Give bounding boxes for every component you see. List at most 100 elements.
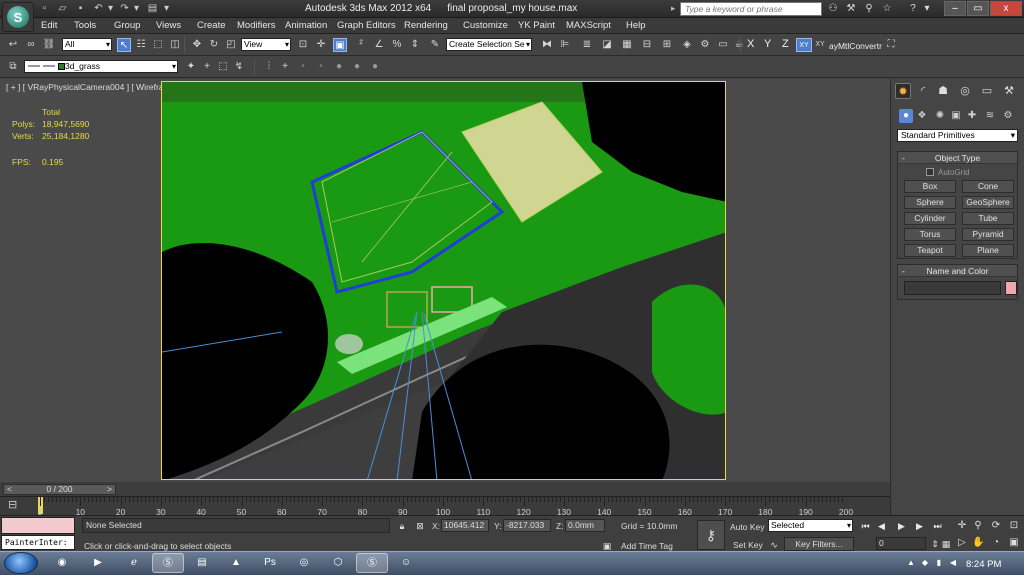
menu-yk-paint[interactable]: YK Paint xyxy=(518,20,555,31)
plane-button[interactable]: Plane xyxy=(962,244,1014,257)
create-tab-icon[interactable]: ✹ xyxy=(895,83,911,99)
name-color-header[interactable]: Name and Color xyxy=(898,265,1017,277)
autogrid-checkbox[interactable]: AutoGrid xyxy=(926,168,970,177)
binoculars-icon[interactable]: ⚇ xyxy=(826,2,840,16)
open-file-icon[interactable]: ▱ xyxy=(56,2,69,15)
object-color-swatch[interactable] xyxy=(1005,281,1017,295)
menu-help[interactable]: Help xyxy=(626,20,646,31)
set-key-button[interactable]: Set Key xyxy=(733,540,763,550)
go-to-start-icon[interactable]: ⏮ xyxy=(860,521,871,532)
viewport-label-menu[interactable]: [ + ] [ VRayPhysicalCamera004 ] [ Wirefr… xyxy=(6,82,180,92)
layer-manager-icon[interactable]: ◪ xyxy=(600,38,614,52)
cylinder-button[interactable]: Cylinder xyxy=(904,212,956,225)
start-button[interactable] xyxy=(4,552,38,574)
select-object-icon[interactable]: ↖ xyxy=(117,38,131,52)
geosphere-button[interactable]: GeoSphere xyxy=(962,196,1014,209)
render-setup-icon[interactable]: ⚙ xyxy=(698,38,712,52)
material-editor-icon[interactable]: ◈ xyxy=(680,38,694,52)
3dsmax-taskbar-icon[interactable]: Ⓢ xyxy=(152,553,184,573)
pyramid-button[interactable]: Pyramid xyxy=(962,228,1014,241)
menu-animation[interactable]: Animation xyxy=(285,20,327,31)
menu-rendering[interactable]: Rendering xyxy=(404,20,448,31)
play-icon[interactable]: ▶ xyxy=(896,521,907,532)
photoshop-icon[interactable]: Ps xyxy=(254,553,286,573)
minimize-button[interactable]: – xyxy=(944,1,966,16)
new-file-icon[interactable]: ▫ xyxy=(38,2,51,15)
previous-frame-icon[interactable]: ◀ xyxy=(876,521,887,532)
walk-through-icon[interactable]: ▷ xyxy=(956,537,968,549)
menu-views[interactable]: Views xyxy=(156,20,181,31)
key-filters-icon[interactable]: ∿ xyxy=(768,539,780,551)
zoom-all-icon[interactable]: ⚲ xyxy=(972,520,984,532)
select-and-link-icon[interactable]: ∞ xyxy=(24,38,38,52)
modify-tab-icon[interactable]: ◜ xyxy=(915,83,931,99)
scene-explorer-icon[interactable]: ≣ xyxy=(580,38,594,52)
extras-icon-5[interactable]: ● xyxy=(368,60,382,74)
help-icon[interactable]: ? xyxy=(906,2,920,16)
snaps-toggle-icon[interactable]: ² xyxy=(354,38,368,52)
menu-create[interactable]: Create xyxy=(197,20,226,31)
systems-icon[interactable]: ⚙ xyxy=(1001,109,1015,123)
pan-icon[interactable]: ✋ xyxy=(972,537,984,549)
media-player-icon[interactable]: ▶ xyxy=(82,553,114,573)
align-icon[interactable]: ⊫ xyxy=(558,38,572,52)
axis-z-button[interactable]: Z xyxy=(782,38,789,50)
axis-y-button[interactable]: Y xyxy=(764,38,771,50)
set-current-layer-icon[interactable]: ↯ xyxy=(232,60,246,74)
key-mode-dropdown[interactable]: Selected xyxy=(768,519,853,532)
box-button[interactable]: Box xyxy=(904,180,956,193)
selection-filter-dropdown[interactable]: All xyxy=(62,38,112,51)
next-frame-arrow[interactable]: > xyxy=(107,485,112,494)
communication-center-icon[interactable]: ⚲ xyxy=(862,2,876,16)
utilities-tab-icon[interactable]: ⚒ xyxy=(1001,83,1017,99)
mirror-icon[interactable]: ⧓ xyxy=(540,38,554,52)
restore-button[interactable]: ▭ xyxy=(967,1,989,16)
axis-x-button[interactable]: X xyxy=(747,38,754,50)
script-tool-icon[interactable]: ⛶ xyxy=(884,38,898,52)
arc-rotate-icon[interactable]: ◔ xyxy=(990,537,1002,549)
extras-icon-3[interactable]: ● xyxy=(332,60,346,74)
hierarchy-tab-icon[interactable]: ☗ xyxy=(935,83,951,99)
curve-editor-icon[interactable]: ⊟ xyxy=(640,38,654,52)
mini-curve-editor-icon[interactable]: ⊟ xyxy=(8,498,17,511)
field-of-view-icon[interactable]: ▣ xyxy=(1008,537,1020,549)
motion-tab-icon[interactable]: ◎ xyxy=(957,83,973,99)
percent-snap-icon[interactable]: % xyxy=(390,38,404,52)
auto-key-button[interactable]: Auto Key xyxy=(730,522,765,532)
maxscript-listener-input[interactable]: PainterInter: xyxy=(1,535,75,550)
reference-coordinate-dropdown[interactable]: View xyxy=(241,38,291,51)
zoom-icon[interactable]: ✛ xyxy=(956,520,968,532)
rotate-icon[interactable]: ↻ xyxy=(207,38,221,52)
autogrid-box[interactable] xyxy=(926,168,934,176)
extras-icon-4[interactable]: ● xyxy=(350,60,364,74)
camera-viewport[interactable] xyxy=(161,81,726,480)
firefox-icon[interactable]: ◉ xyxy=(46,553,78,573)
display-tab-icon[interactable]: ▭ xyxy=(979,83,995,99)
vray-material-converter-button[interactable]: ayMtlConvertr xyxy=(829,41,882,51)
maximize-viewport-icon[interactable]: ⊡ xyxy=(1008,520,1020,532)
network-tray-icon[interactable]: ▮ xyxy=(934,558,944,568)
axis-xy-button[interactable]: XY xyxy=(796,38,812,52)
current-frame-field[interactable]: 0 xyxy=(876,537,926,550)
schematic-view-icon[interactable]: ⊞ xyxy=(660,38,674,52)
named-selection-set-dropdown[interactable]: Create Selection Se xyxy=(446,38,532,51)
menu-modifiers[interactable]: Modifiers xyxy=(237,20,276,31)
time-slider[interactable]: < 0 / 200 > xyxy=(3,484,116,495)
menu-edit[interactable]: Edit xyxy=(41,20,57,31)
3dsmax-second-icon[interactable]: Ⓢ xyxy=(356,553,388,573)
help-dropdown-icon[interactable]: ▾ xyxy=(920,2,934,16)
angle-snap-icon[interactable]: ∠ xyxy=(372,38,386,52)
add-to-layer-icon[interactable]: + xyxy=(200,60,214,74)
unlink-icon[interactable]: ⛓ xyxy=(42,38,56,52)
coord-z-field[interactable]: 0.0mm xyxy=(565,519,605,532)
move-icon[interactable]: ✥ xyxy=(190,38,204,52)
scale-icon[interactable]: ◰ xyxy=(224,38,238,52)
volume-tray-icon[interactable]: ◀ xyxy=(948,558,958,568)
space-warps-icon[interactable]: ≋ xyxy=(983,109,997,123)
extras-icon-1[interactable]: • xyxy=(296,60,310,74)
menu-graph-editors[interactable]: Graph Editors xyxy=(337,20,396,31)
absolute-mode-icon[interactable]: ⊠ xyxy=(414,520,426,532)
close-button[interactable]: x xyxy=(990,1,1022,16)
tray-icon-2[interactable]: ◆ xyxy=(920,558,930,568)
chrome-icon[interactable]: ◎ xyxy=(288,553,320,573)
